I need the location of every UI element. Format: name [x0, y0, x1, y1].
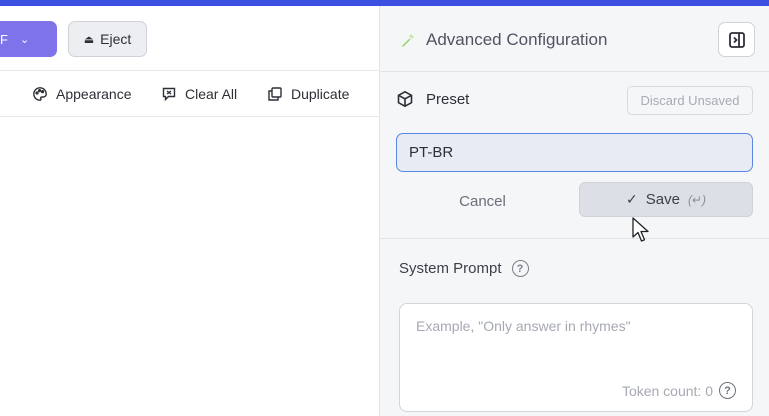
panel-title: Advanced Configuration	[400, 30, 607, 50]
chat-area: F ⌄ ⏏ Eject Appearance Clear All Duplica…	[0, 6, 380, 416]
token-count-text: Token count: 0	[621, 382, 713, 399]
preset-header: Preset	[396, 90, 469, 108]
save-button[interactable]: ✓ Save (↵)	[579, 182, 753, 217]
sidebar-toggle-icon	[728, 31, 745, 48]
collapse-panel-button[interactable]	[718, 22, 755, 57]
help-icon[interactable]: ?	[511, 260, 529, 277]
cancel-button[interactable]: Cancel	[410, 190, 555, 212]
clear-chat-icon	[162, 87, 176, 102]
duplicate-button[interactable]: Duplicate	[267, 86, 349, 102]
eject-label: Eject	[100, 31, 132, 47]
appearance-button[interactable]: Appearance	[32, 86, 132, 102]
model-select-button[interactable]: F ⌄	[0, 21, 57, 57]
system-prompt-label: System Prompt	[399, 260, 502, 277]
preset-label: Preset	[426, 90, 470, 108]
model-select-label: F	[0, 31, 8, 47]
cube-icon	[397, 90, 413, 108]
token-count: Token count: 0 ?	[622, 382, 736, 399]
appearance-label: Appearance	[56, 86, 132, 102]
eject-icon: ⏏	[83, 33, 95, 46]
system-prompt-header: System Prompt ?	[399, 260, 529, 277]
system-prompt-field: Token count: 0 ?	[399, 303, 753, 412]
save-label: Save	[645, 191, 680, 208]
checkmark-icon: ✓	[626, 191, 638, 207]
chevron-down-icon: ⌄	[19, 33, 30, 46]
chat-actions-toolbar: Appearance Clear All Duplicate	[0, 72, 380, 117]
clear-all-label: Clear All	[185, 86, 238, 102]
discard-unsaved-button[interactable]: Discard Unsaved	[627, 86, 753, 115]
section-divider	[380, 238, 769, 239]
advanced-config-panel: Advanced Configuration Preset Discard Un…	[379, 6, 769, 416]
flask-icon	[402, 34, 414, 47]
palette-icon	[33, 87, 47, 101]
preset-name-input[interactable]	[396, 133, 753, 172]
enter-key-hint: (↵)	[687, 192, 706, 207]
model-toolbar: F ⌄ ⏏ Eject	[0, 6, 380, 71]
eject-button[interactable]: ⏏ Eject	[68, 21, 147, 57]
panel-header: Advanced Configuration	[380, 6, 769, 72]
duplicate-label: Duplicate	[291, 86, 350, 102]
panel-title-text: Advanced Configuration	[426, 30, 608, 49]
token-help-icon[interactable]: ?	[719, 382, 736, 399]
duplicate-icon	[268, 87, 282, 101]
clear-all-button[interactable]: Clear All	[161, 86, 237, 102]
